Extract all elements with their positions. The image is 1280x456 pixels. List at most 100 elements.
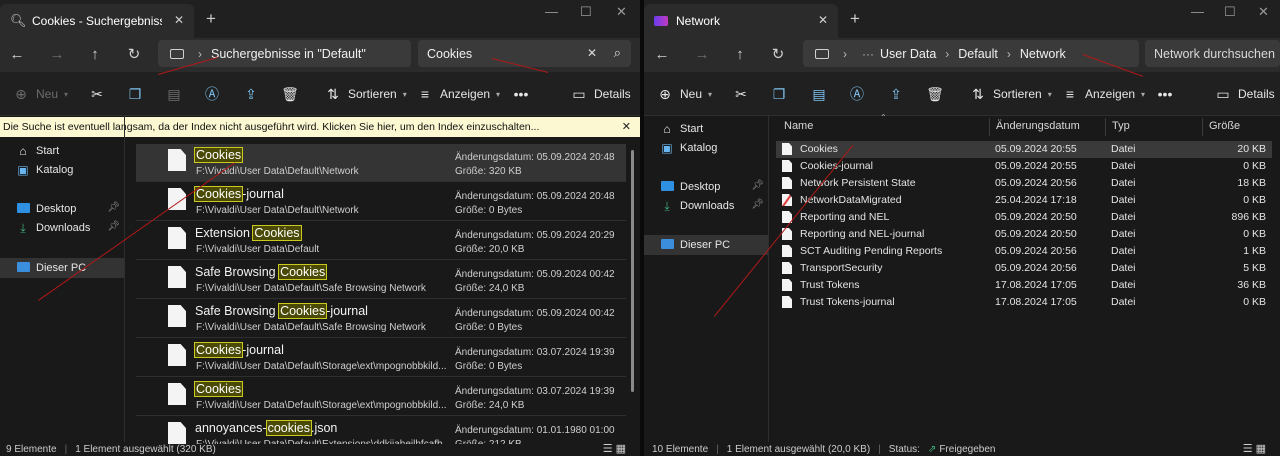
new-button[interactable]: ⊕ Neu ▾ [656,84,712,104]
search-result-item[interactable]: annoyances-cookies.jsonF:\Vivaldi\User D… [136,417,626,444]
forward-button[interactable]: → [44,42,70,68]
delete-button[interactable]: 🗑︎ [926,84,944,104]
view-button[interactable]: ≡ Anzeigen ▾ [416,84,500,104]
close-window-button[interactable]: ✕ [616,4,627,20]
back-button[interactable]: ← [649,42,675,68]
table-row[interactable]: NetworkDataMigrated 25.04.2024 17:18 Datei… [776,192,1272,209]
search-result-item[interactable]: Cookies-journal F:\Vivaldi\User Data\Defa… [136,339,626,377]
table-row[interactable]: Cookies 05.09.2024 20:55 Datei 20 KB [776,141,1272,158]
scrollbar[interactable] [631,150,634,392]
search-result-item[interactable]: Extension Cookies F:\Vivaldi\User Data\De… [136,222,626,260]
close-tab-icon[interactable]: ✕ [818,13,828,27]
view-button[interactable]: ≡ Anzeigen ▾ [1061,84,1145,104]
clear-search-icon[interactable]: ✕ [587,46,597,60]
search-result-item[interactable]: Safe Browsing Cookies-journal F:\Vivaldi\… [136,300,626,338]
table-row[interactable]: Trust Tokens 17.08.2024 17:05 Datei 36 KB [776,277,1272,294]
table-row[interactable]: Trust Tokens-journal 17.08.2024 17:05 Date… [776,294,1272,311]
view-toggle-icons[interactable]: ☰ ▦ [603,442,626,455]
refresh-button[interactable]: ↻ [121,42,147,68]
breadcrumb-item[interactable]: Suchergebnisse in "Default" [211,47,366,61]
file-icon [782,194,792,206]
search-result-item[interactable]: Cookies F:\Vivaldi\User Data\Default\Stor… [136,378,626,416]
breadcrumb[interactable]: › ··· User Data › Default › Network [803,40,1139,67]
table-row[interactable]: SCT Auditing Pending Reports 05.09.2024 2… [776,243,1272,260]
breadcrumb-item-default[interactable]: Default [958,47,998,61]
share-button[interactable]: ⇪ [242,84,260,104]
new-tab-button[interactable]: + [206,10,216,28]
column-type[interactable]: Typ [1112,120,1130,132]
scissors-icon: ✂ [735,85,747,102]
share-button[interactable]: ⇪ [887,84,905,104]
chevron-down-icon: ▾ [64,89,69,99]
delete-button[interactable]: 🗑︎ [281,84,299,104]
sort-button[interactable]: ⇅ Sortieren ▾ [969,84,1052,104]
new-button[interactable]: ⊕ Neu ▾ [12,84,68,104]
sidebar-item-downloads[interactable]: ⤓ Downloads 📌︎ [644,196,768,216]
cut-button[interactable]: ✂ [732,84,750,104]
more-breadcrumbs-icon[interactable]: ··· [862,47,874,61]
close-icon[interactable]: ✕ [622,117,631,137]
breadcrumb-item-user-data[interactable]: User Data [880,47,936,61]
search-result-item[interactable]: Safe Browsing Cookies F:\Vivaldi\User Dat… [136,261,626,299]
search-icon[interactable]: ⌕ [614,45,621,61]
details-button[interactable]: ▭ Details [570,84,630,104]
search-input[interactable]: Cookies ✕ ⌕ [418,40,631,67]
table-row[interactable]: TransportSecurity 05.09.2024 20:56 Datei 5 … [776,260,1272,277]
cut-button[interactable]: ✂ [88,84,106,104]
rename-button[interactable]: Ⓐ [848,84,866,104]
table-row[interactable]: Reporting and NEL-journal 05.09.2024 20:5… [776,226,1272,243]
result-path: F:\Vivaldi\User Data\Default\Safe Browsi… [196,283,426,294]
file-icon [168,383,186,405]
details-button[interactable]: ▭ Details [1214,84,1274,104]
sidebar-item-dieser-pc[interactable]: Dieser PC [0,258,124,278]
refresh-button[interactable]: ↻ [765,42,791,68]
tab-search-results[interactable]: 🔍︎ Cookies - Suchergebnisse in "D ✕ [0,4,194,38]
column-header-row: ⌃ Name Änderungsdatum Typ Größe [768,113,1280,138]
minimize-button[interactable]: — [1191,4,1204,19]
index-warning-bar[interactable]: Die Suche ist eventuell langsam, da der … [0,117,640,137]
back-button[interactable]: ← [4,42,30,68]
search-input[interactable]: Network durchsuchen [1145,40,1280,67]
close-window-button[interactable]: ✕ [1258,4,1269,20]
tab-network[interactable]: Network ✕ [644,4,838,38]
up-button[interactable]: ↑ [727,42,753,68]
sidebar-item-katalog[interactable]: ▣ Katalog [0,160,124,180]
view-toggle-icons[interactable]: ☰ ▦ [1243,442,1266,455]
table-row[interactable]: Network Persistent State 05.09.2024 20:56… [776,175,1272,192]
up-button[interactable]: ↑ [82,42,108,68]
search-result-item[interactable]: Cookies-journal F:\Vivaldi\User Data\Defa… [136,183,626,221]
forward-button[interactable]: → [689,42,715,68]
file-type: Datei [1111,279,1136,291]
more-button[interactable]: ••• [1156,84,1174,104]
paste-button[interactable]: ▤ [810,84,828,104]
column-date[interactable]: Änderungsdatum [996,120,1080,132]
sidebar-item-start[interactable]: ⌂ Start [644,119,768,139]
sidebar-item-start[interactable]: ⌂ Start [0,141,124,161]
pin-icon: 📌︎ [751,180,764,191]
sidebar-item-desktop[interactable]: Desktop 📌︎ [644,177,768,197]
search-highlight: Cookies [193,381,244,397]
rename-button[interactable]: Ⓐ [203,84,221,104]
new-tab-button[interactable]: + [850,10,860,28]
sidebar-item-katalog[interactable]: ▣ Katalog [644,138,768,158]
copy-button[interactable]: ❐ [126,84,144,104]
sidebar-item-dieser-pc[interactable]: Dieser PC [644,235,768,255]
column-name[interactable]: Name [784,120,813,132]
maximize-button[interactable]: ☐ [1224,4,1236,20]
file-date: 05.09.2024 20:56 [995,177,1077,189]
column-size[interactable]: Größe [1209,120,1240,132]
sidebar-item-downloads[interactable]: ⤓ Downloads 📌︎ [0,218,124,238]
maximize-button[interactable]: ☐ [580,4,592,20]
more-button[interactable]: ••• [512,84,530,104]
sidebar-item-desktop[interactable]: Desktop 📌︎ [0,199,124,219]
copy-button[interactable]: ❐ [770,84,788,104]
sort-icon: ⇅ [972,85,984,102]
table-row[interactable]: Cookies-journal05.09.2024 20:55Datei0 KB [776,158,1272,175]
sort-button[interactable]: ⇅ Sortieren ▾ [324,84,407,104]
search-result-item[interactable]: Cookies F:\Vivaldi\User Data\Default\Netw… [136,144,626,182]
table-row[interactable]: Reporting and NEL 05.09.2024 20:50 Datei 89… [776,209,1272,226]
breadcrumb-item-network[interactable]: Network [1020,47,1066,61]
paste-button[interactable]: ▤ [165,84,183,104]
close-tab-icon[interactable]: ✕ [174,13,184,27]
minimize-button[interactable]: — [545,4,558,19]
